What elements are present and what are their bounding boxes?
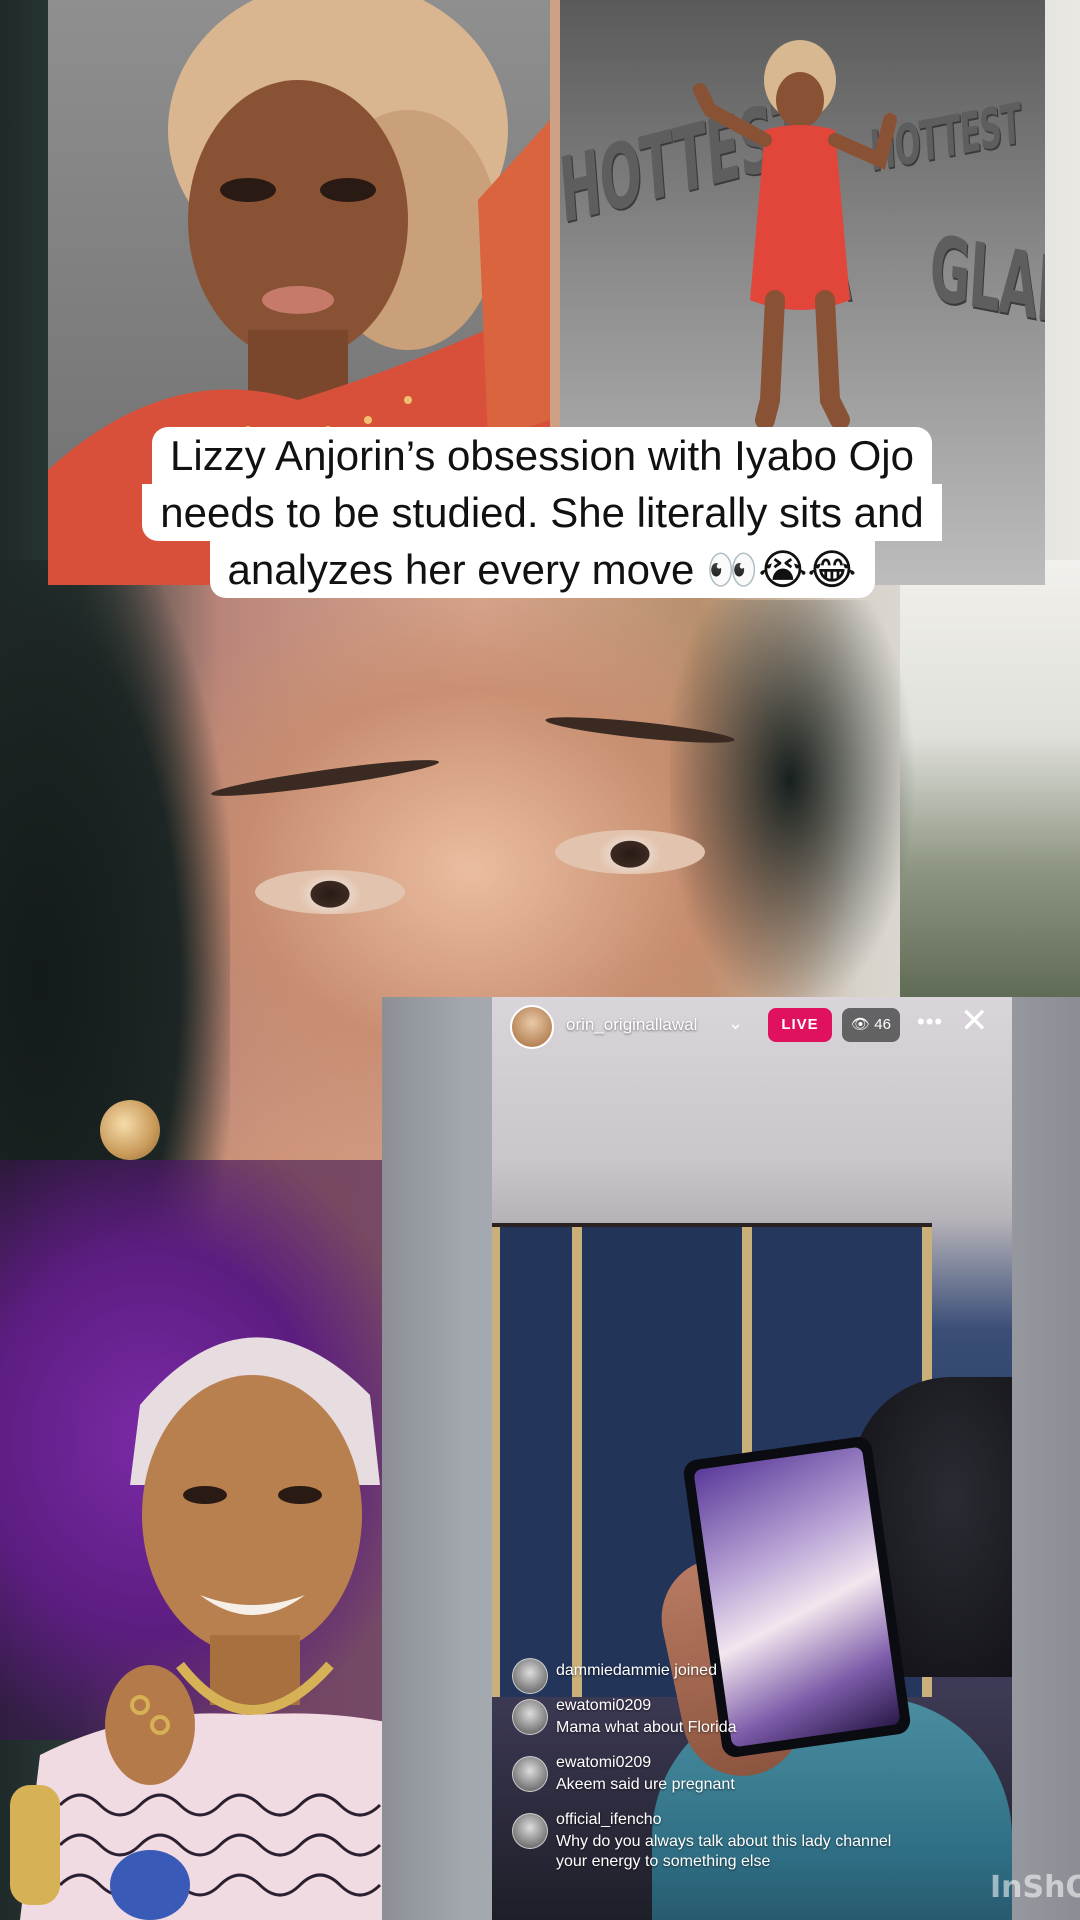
hair-right: [670, 600, 930, 1020]
left-eye: [255, 870, 405, 914]
close-icon[interactable]: ✕: [960, 1001, 989, 1041]
caption-overlay: Lizzy Anjorin’s obsession with Iyabo Ojo…: [68, 427, 1016, 598]
live-header: orin_originallawal ⌄ LIVE 👁 46 ••• ✕: [492, 997, 1012, 1057]
viewer-count-value: 46: [874, 1016, 891, 1033]
comment-username[interactable]: official_ifencho: [556, 1811, 662, 1829]
right-eye: [555, 830, 705, 874]
comment-item: ewatomi0209 Mama what about Florida: [512, 1697, 992, 1747]
more-options-icon[interactable]: •••: [917, 1009, 943, 1035]
caption-line-3: analyzes her every move 👀😭😂: [209, 541, 875, 598]
comment-item: dammiedammie joined: [512, 1652, 992, 1694]
eye-icon: 👁: [851, 1016, 871, 1033]
live-comments: dammiedammie joined ewatomi0209 Mama wha…: [512, 1652, 992, 1882]
instagram-live-screen: orin_originallawal ⌄ LIVE 👁 46 ••• ✕ dam…: [492, 997, 1012, 1920]
comment-text-continued: your energy to something else: [556, 1853, 771, 1870]
live-badge: LIVE: [768, 1008, 832, 1042]
comment-avatar[interactable]: [512, 1756, 548, 1792]
comment-text: Mama what about Florida: [556, 1719, 737, 1736]
earring: [100, 1100, 160, 1160]
comment-username: dammiedammie joined: [556, 1662, 717, 1679]
comment-text: Akeem said ure pregnant: [556, 1776, 735, 1793]
comment-avatar[interactable]: [512, 1813, 548, 1849]
comment-item: official_ifencho Why do you always talk …: [512, 1811, 992, 1875]
comment-avatar[interactable]: [512, 1658, 548, 1694]
comment-username[interactable]: ewatomi0209: [556, 1754, 651, 1772]
comment-item: ewatomi0209 Akeem said ure pregnant: [512, 1754, 992, 1804]
viewer-count[interactable]: 👁 46: [842, 1008, 900, 1042]
host-username[interactable]: orin_originallawal: [566, 1015, 697, 1035]
caption-line-1: Lizzy Anjorin’s obsession with Iyabo Ojo: [152, 427, 932, 484]
watermark: InShO: [990, 1870, 1080, 1905]
comment-text: Why do you always talk about this lady c…: [556, 1833, 892, 1850]
caption-line-2: needs to be studied. She literally sits …: [142, 484, 942, 541]
comment-username[interactable]: ewatomi0209: [556, 1697, 651, 1715]
host-avatar[interactable]: [510, 1005, 554, 1049]
comment-avatar[interactable]: [512, 1699, 548, 1735]
chevron-down-icon[interactable]: ⌄: [728, 1013, 743, 1034]
